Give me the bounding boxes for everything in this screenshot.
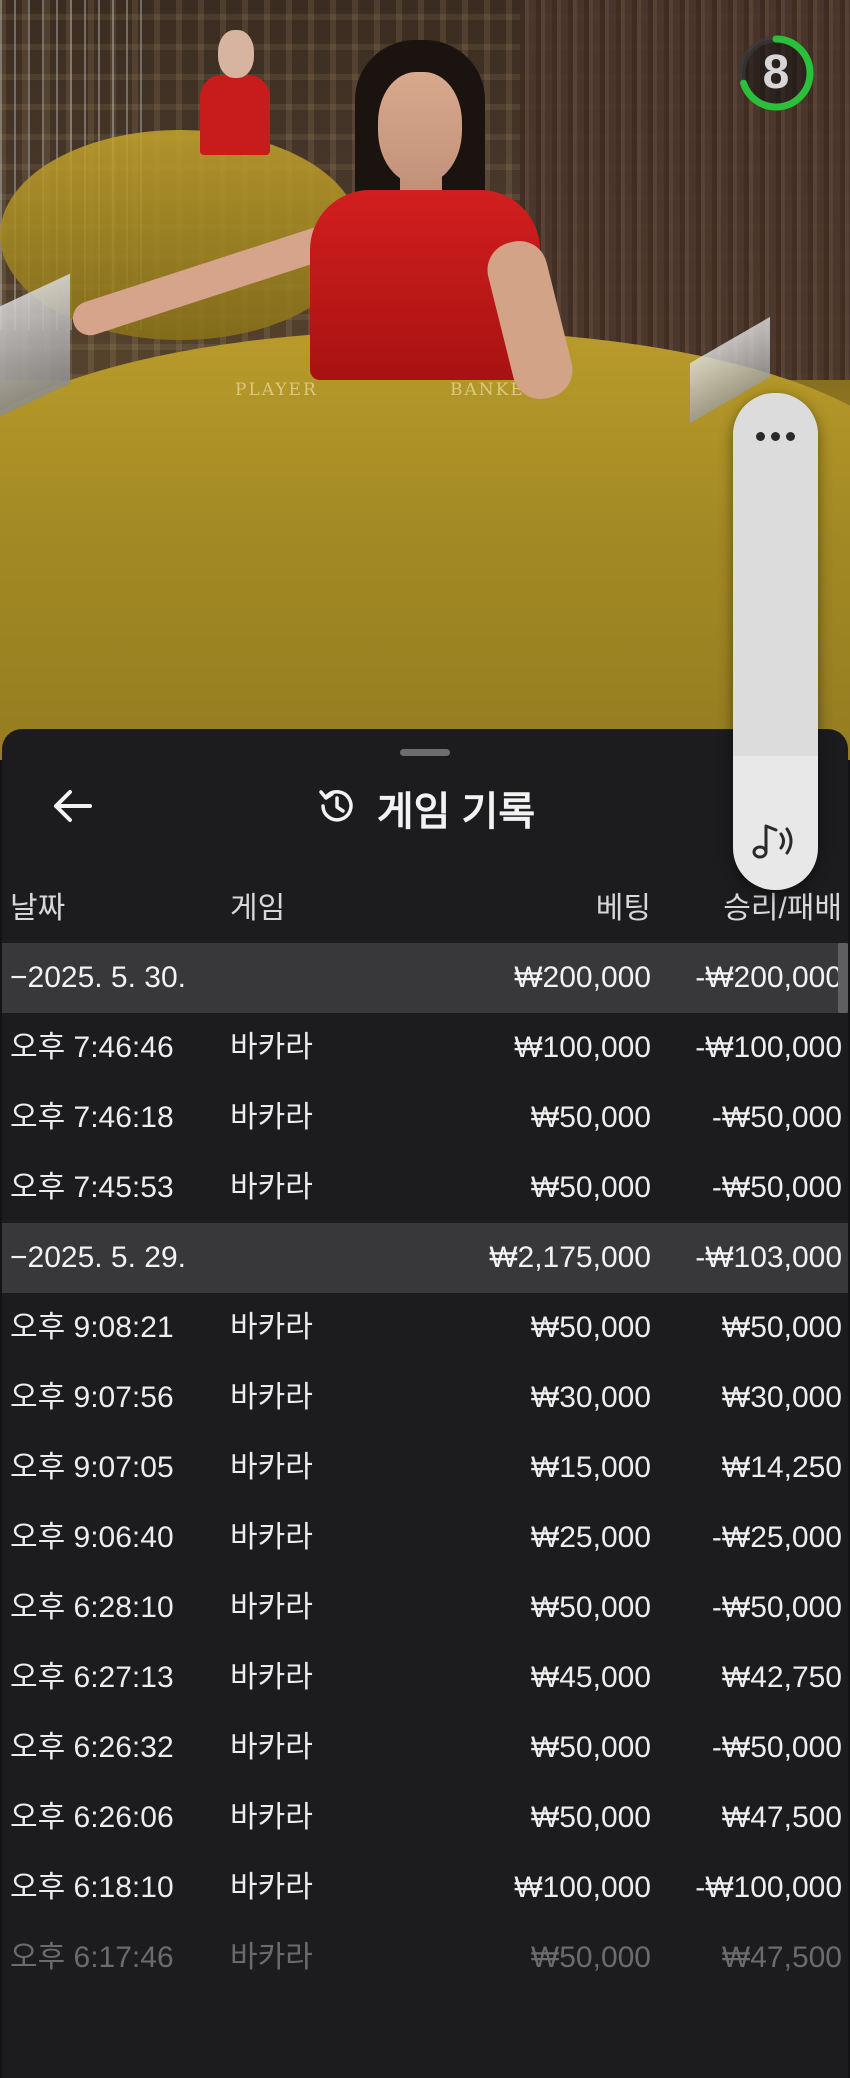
table-row[interactable]: 오후 7:45:53 바카라 ₩50,000 -₩50,000 <box>2 1153 848 1223</box>
row-winloss: ₩47,500 <box>721 1941 842 1974</box>
more-dot <box>786 431 795 441</box>
scrollbar-thumb[interactable] <box>838 943 848 1013</box>
row-bet: ₩100,000 <box>514 1031 651 1064</box>
row-winloss: ₩30,000 <box>721 1381 842 1414</box>
column-header-date[interactable]: 날짜 <box>10 879 65 939</box>
row-bet: ₩25,000 <box>530 1521 651 1554</box>
row-game: 바카라 <box>230 1941 313 1974</box>
table-label-player: PLAYER <box>235 380 318 400</box>
row-game: 바카라 <box>230 1101 313 1134</box>
more-dot <box>771 431 780 441</box>
row-time: 오후 9:07:56 <box>10 1381 174 1414</box>
dealer <box>68 40 600 405</box>
row-bet: ₩50,000 <box>530 1801 651 1834</box>
row-time: 오후 6:27:13 <box>10 1661 174 1694</box>
table-row[interactable]: 오후 6:17:46 바카라 ₩50,000 ₩47,500 <box>2 1923 848 1993</box>
row-game: 바카라 <box>230 1031 313 1064</box>
row-time: 오후 7:45:53 <box>10 1171 174 1204</box>
table-row[interactable]: 오후 6:28:10 바카라 ₩50,000 -₩50,000 <box>2 1573 848 1643</box>
table-row[interactable]: 오후 6:26:06 바카라 ₩50,000 ₩47,500 <box>2 1783 848 1853</box>
sound-button[interactable] <box>733 813 818 873</box>
music-sound-icon <box>750 818 802 868</box>
sheet-header: 게임 기록 <box>2 773 848 843</box>
row-time: 오후 6:28:10 <box>10 1591 174 1624</box>
table-row[interactable]: 오후 9:06:40 바카라 ₩25,000 -₩25,000 <box>2 1503 848 1573</box>
row-winloss: ₩47,500 <box>721 1801 842 1834</box>
side-control-panel[interactable] <box>733 393 818 890</box>
arrow-left-icon <box>50 786 94 830</box>
scrollbar[interactable] <box>838 943 848 2073</box>
table-row[interactable]: 오후 7:46:18 바카라 ₩50,000 -₩50,000 <box>2 1083 848 1153</box>
column-header-game[interactable]: 게임 <box>230 879 285 939</box>
row-game: 바카라 <box>230 1801 313 1834</box>
row-bet: ₩45,000 <box>530 1661 651 1694</box>
row-bet: ₩50,000 <box>530 1171 651 1204</box>
history-icon <box>315 784 359 832</box>
row-bet: ₩50,000 <box>530 1591 651 1624</box>
row-game: 바카라 <box>230 1311 313 1344</box>
page-title: 게임 기록 <box>376 790 536 834</box>
row-winloss: -₩50,000 <box>711 1171 842 1204</box>
row-winloss: -₩100,000 <box>695 1031 842 1064</box>
row-game: 바카라 <box>230 1521 313 1554</box>
row-game: 바카라 <box>230 1451 313 1484</box>
table-row[interactable]: 오후 6:18:10 바카라 ₩100,000 -₩100,000 <box>2 1853 848 1923</box>
more-options-button[interactable] <box>733 411 818 461</box>
table-row[interactable]: 오후 9:07:05 바카라 ₩15,000 ₩14,250 <box>2 1433 848 1503</box>
row-winloss: ₩50,000 <box>721 1311 842 1344</box>
row-bet: ₩15,000 <box>530 1451 651 1484</box>
row-bet: ₩30,000 <box>530 1381 651 1414</box>
row-bet: ₩50,000 <box>530 1101 651 1134</box>
table-row[interactable]: 오후 7:46:46 바카라 ₩100,000 -₩100,000 <box>2 1013 848 1083</box>
column-header-bet[interactable]: 베팅 <box>596 879 651 939</box>
row-winloss: ₩14,250 <box>721 1451 842 1484</box>
row-winloss: -₩50,000 <box>711 1591 842 1624</box>
group-bet-total: ₩2,175,000 <box>489 1241 651 1274</box>
sheet-drag-handle[interactable] <box>400 749 450 756</box>
table-row[interactable]: 오후 6:26:32 바카라 ₩50,000 -₩50,000 <box>2 1713 848 1783</box>
group-bet-total: ₩200,000 <box>514 961 651 994</box>
row-time: 오후 6:17:46 <box>10 1941 174 1974</box>
table-row[interactable]: 오후 9:08:21 바카라 ₩50,000 ₩50,000 <box>2 1293 848 1363</box>
row-winloss: ₩42,750 <box>721 1661 842 1694</box>
row-time: 오후 9:08:21 <box>10 1311 174 1344</box>
row-winloss: -₩25,000 <box>711 1521 842 1554</box>
more-horizontal-icon <box>756 431 765 441</box>
group-winloss-total: -₩200,000 <box>695 961 842 994</box>
row-bet: ₩100,000 <box>514 1871 651 1904</box>
group-date: −2025. 5. 29. <box>10 1241 186 1274</box>
row-bet: ₩50,000 <box>530 1941 651 1974</box>
row-time: 오후 6:26:32 <box>10 1731 174 1764</box>
row-time: 오후 6:26:06 <box>10 1801 174 1834</box>
row-game: 바카라 <box>230 1171 313 1204</box>
row-winloss: -₩50,000 <box>711 1101 842 1134</box>
row-time: 오후 9:07:05 <box>10 1451 174 1484</box>
row-time: 오후 7:46:46 <box>10 1031 174 1064</box>
row-time: 오후 7:46:18 <box>10 1101 174 1134</box>
group-winloss-total: -₩103,000 <box>695 1241 842 1274</box>
table-row[interactable]: 오후 9:07:56 바카라 ₩30,000 ₩30,000 <box>2 1363 848 1433</box>
date-group-row[interactable]: −2025. 5. 29. ₩2,175,000 -₩103,000 <box>2 1223 848 1293</box>
row-time: 오후 6:18:10 <box>10 1871 174 1904</box>
row-game: 바카라 <box>230 1591 313 1624</box>
row-winloss: -₩50,000 <box>711 1731 842 1764</box>
game-history-sheet: 게임 기록 날짜 게임 베팅 승리/패배 −2025. 5. 30. ₩200,… <box>2 729 848 2078</box>
row-game: 바카라 <box>230 1731 313 1764</box>
date-group-row[interactable]: −2025. 5. 30. ₩200,000 -₩200,000 <box>2 943 848 1013</box>
row-game: 바카라 <box>230 1661 313 1694</box>
history-list: −2025. 5. 30. ₩200,000 -₩200,000 오후 7:46… <box>2 943 848 1993</box>
row-game: 바카라 <box>230 1871 313 1904</box>
back-button[interactable] <box>32 773 112 843</box>
table-header: 날짜 게임 베팅 승리/패배 <box>2 879 848 939</box>
group-date: −2025. 5. 30. <box>10 961 186 994</box>
table-row[interactable]: 오후 6:27:13 바카라 ₩45,000 ₩42,750 <box>2 1643 848 1713</box>
row-bet: ₩50,000 <box>530 1731 651 1764</box>
countdown-timer-value: 8 <box>762 46 790 99</box>
row-bet: ₩50,000 <box>530 1311 651 1344</box>
live-video-feed: PLAYER BANKER 8 <box>0 0 850 760</box>
row-game: 바카라 <box>230 1381 313 1414</box>
row-winloss: -₩100,000 <box>695 1871 842 1904</box>
row-time: 오후 9:06:40 <box>10 1521 174 1554</box>
